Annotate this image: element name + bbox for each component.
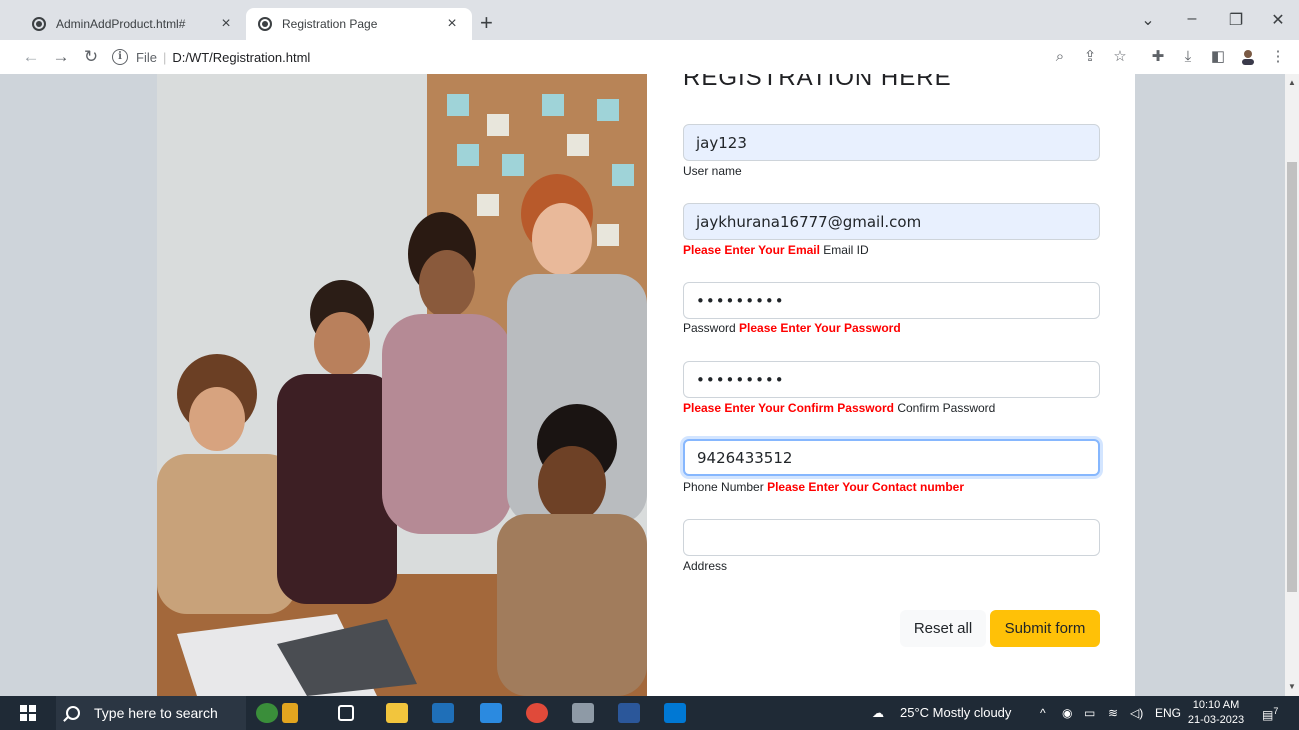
- username-label: User name: [683, 164, 742, 178]
- forward-icon[interactable]: →: [50, 46, 72, 68]
- close-tab-icon[interactable]: ×: [444, 16, 460, 32]
- notification-count: 7: [1273, 706, 1279, 716]
- wifi-icon[interactable]: ≋: [1108, 706, 1118, 720]
- windows-start-icon[interactable]: [20, 705, 36, 721]
- tray-chevron-icon[interactable]: ^: [1040, 706, 1046, 720]
- vscode-icon[interactable]: [664, 703, 686, 723]
- address-input[interactable]: [683, 519, 1100, 556]
- scroll-down-arrow-icon[interactable]: ▼: [1288, 682, 1296, 691]
- scrollbar-thumb[interactable]: [1287, 162, 1297, 592]
- tab-title: Registration Page: [282, 17, 378, 31]
- page-scrollbar[interactable]: ▲ ▼: [1285, 74, 1299, 696]
- weather-icon[interactable]: ☁: [872, 706, 884, 720]
- minimize-icon[interactable]: –: [1182, 10, 1202, 28]
- download-icon[interactable]: ⤓: [1178, 49, 1198, 65]
- word-icon[interactable]: [618, 703, 640, 723]
- chrome-icon[interactable]: [526, 703, 548, 723]
- page-viewport: REGISTRATION HERE jay123 User name jaykh…: [0, 74, 1285, 696]
- username-input[interactable]: jay123: [683, 124, 1100, 161]
- search-placeholder: Type here to search: [94, 705, 218, 721]
- site-favicon-icon: [32, 17, 46, 31]
- network-icon[interactable]: ◉: [1062, 706, 1072, 720]
- url-separator: |: [162, 49, 167, 65]
- confirm-password-input[interactable]: •••••••••: [683, 361, 1100, 398]
- scroll-up-arrow-icon[interactable]: ▲: [1288, 78, 1296, 87]
- submit-button[interactable]: Submit form: [990, 610, 1100, 647]
- clock-date: 21-03-2023: [1187, 714, 1245, 726]
- new-tab-button[interactable]: +: [480, 12, 493, 34]
- mail-icon[interactable]: [480, 703, 502, 723]
- email-input[interactable]: jaykhurana16777@gmail.com: [683, 203, 1100, 240]
- search-icon: [66, 706, 80, 720]
- bookmark-star-icon[interactable]: ☆: [1110, 49, 1130, 65]
- confirm-password-label: Confirm Password: [897, 401, 996, 415]
- taskbar-search[interactable]: Type here to search: [56, 696, 246, 730]
- password-input[interactable]: •••••••••: [683, 282, 1100, 319]
- task-view-icon[interactable]: [338, 705, 354, 721]
- info-icon[interactable]: i: [112, 49, 128, 65]
- windows-taskbar: Type here to search ☁ 25°C Mostly cloudy…: [0, 696, 1299, 730]
- reset-button[interactable]: Reset all: [900, 610, 986, 647]
- email-help: Please Enter Your Email Email ID: [683, 243, 869, 257]
- menu-icon[interactable]: ⋮: [1268, 49, 1288, 65]
- chevron-down-icon[interactable]: ⌄: [1138, 10, 1158, 30]
- password-help: Password Please Enter Your Password: [683, 321, 901, 335]
- form-heading: REGISTRATION HERE: [683, 74, 952, 91]
- globe-icon: [258, 17, 272, 31]
- share-icon[interactable]: ⇪: [1080, 49, 1100, 65]
- url-path: D:/WT/Registration.html: [172, 49, 311, 65]
- email-label: Email ID: [823, 243, 869, 257]
- language-indicator[interactable]: ENG: [1155, 706, 1181, 720]
- registration-form: REGISTRATION HERE jay123 User name jaykh…: [647, 74, 1135, 696]
- globe-widget-icon[interactable]: [256, 703, 278, 723]
- url-scheme: File: [136, 49, 157, 65]
- restore-icon[interactable]: ❐: [1226, 10, 1246, 30]
- store-icon[interactable]: [432, 703, 454, 723]
- tab-admin-add-product[interactable]: AdminAddProduct.html# ×: [20, 8, 246, 40]
- taskbar-clock[interactable]: 10:10 AM 21-03-2023: [1186, 698, 1246, 728]
- file-explorer-icon[interactable]: [386, 703, 408, 723]
- zoom-icon[interactable]: ⌕: [1050, 49, 1070, 65]
- tab-title: AdminAddProduct.html#: [56, 17, 186, 31]
- tab-strip: AdminAddProduct.html# × Registration Pag…: [0, 0, 1299, 40]
- news-widget-icon[interactable]: [282, 703, 298, 723]
- confirm-password-help: Please Enter Your Confirm Password Confi…: [683, 401, 995, 415]
- profile-avatar-icon[interactable]: [1238, 49, 1258, 69]
- close-window-icon[interactable]: ✕: [1268, 10, 1288, 30]
- battery-icon[interactable]: ▭: [1084, 706, 1095, 720]
- browser-toolbar: ← → ↻ i File | D:/WT/Registration.html ⌕…: [0, 40, 1299, 74]
- close-tab-icon[interactable]: ×: [218, 16, 234, 32]
- notifications-icon[interactable]: ▤7: [1262, 706, 1278, 722]
- password-error: Please Enter Your Password: [739, 321, 901, 335]
- confirm-password-error: Please Enter Your Confirm Password: [683, 401, 894, 415]
- address-label: Address: [683, 559, 728, 573]
- phone-input[interactable]: 9426433512: [683, 439, 1100, 476]
- reload-icon[interactable]: ↻: [80, 46, 102, 68]
- email-error: Please Enter Your Email: [683, 243, 820, 257]
- clock-time: 10:10 AM: [1192, 699, 1240, 711]
- extensions-icon[interactable]: ✚: [1148, 49, 1168, 65]
- side-panel-icon[interactable]: ◧: [1208, 49, 1228, 65]
- address-bar[interactable]: i File | D:/WT/Registration.html: [112, 43, 1132, 71]
- phone-error: Please Enter Your Contact number: [767, 480, 965, 494]
- snipping-tool-icon[interactable]: [572, 703, 594, 723]
- team-photo: [157, 74, 647, 696]
- phone-label: Phone Number: [683, 480, 764, 494]
- password-label: Password: [683, 321, 736, 335]
- volume-icon[interactable]: ◁): [1130, 706, 1143, 720]
- weather-text[interactable]: 25°C Mostly cloudy: [900, 705, 1011, 720]
- back-icon[interactable]: ←: [20, 46, 42, 68]
- phone-help: Phone Number Please Enter Your Contact n…: [683, 480, 964, 494]
- tab-registration-page[interactable]: Registration Page ×: [246, 8, 472, 40]
